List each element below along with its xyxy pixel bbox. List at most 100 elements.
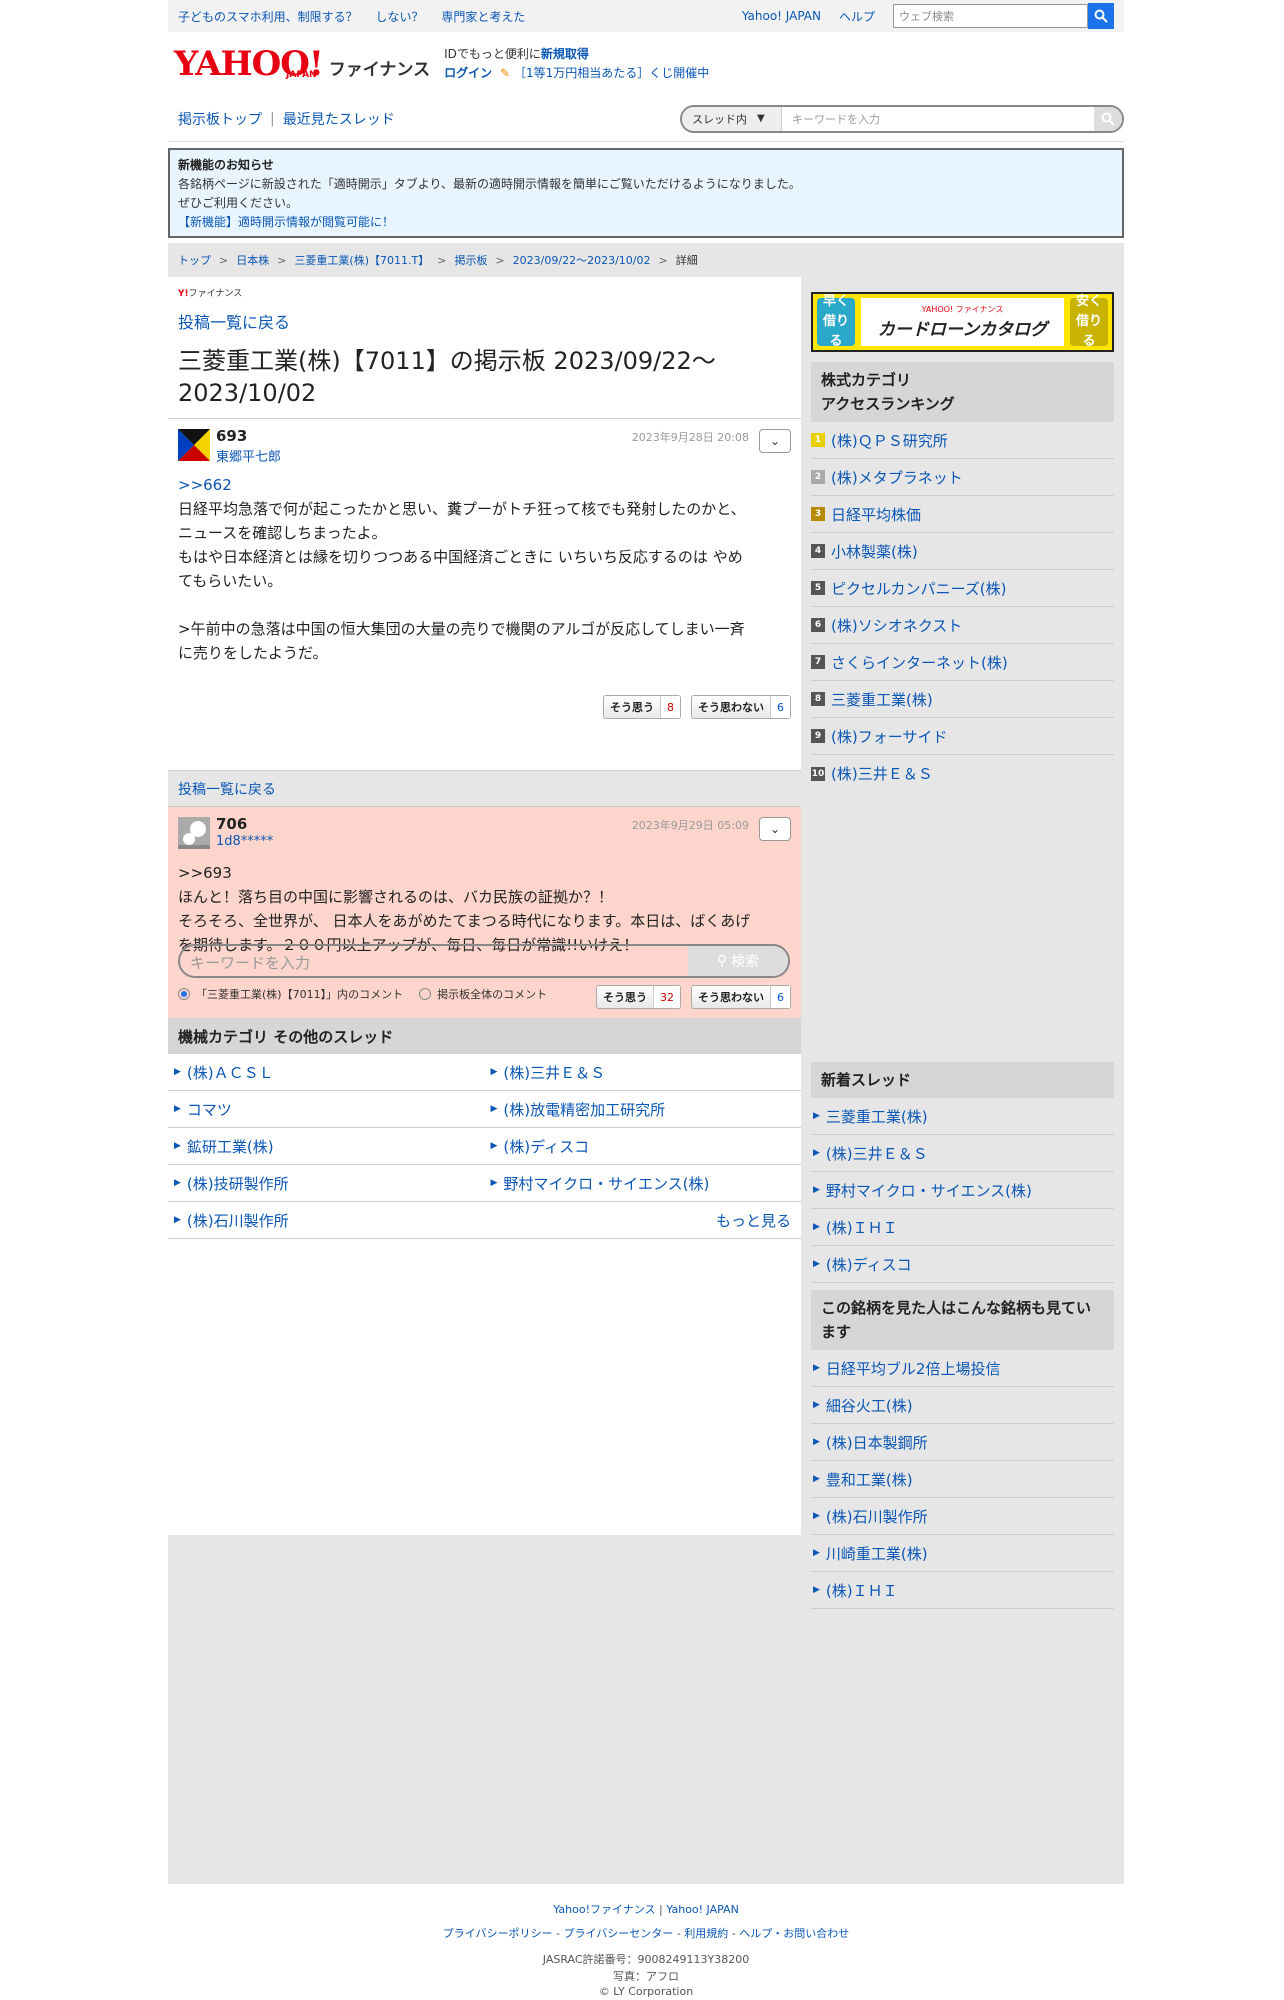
stock-link[interactable]: 細谷火工(株) xyxy=(826,1395,913,1416)
search-scope-select[interactable]: スレッド内 ▼ xyxy=(682,106,782,131)
thread-link[interactable]: (株)ディスコ xyxy=(503,1136,589,1157)
back-to-list-link[interactable]: 投稿一覧に戻る xyxy=(178,309,801,333)
list-item[interactable]: ▶ (株)ＩＨＩ xyxy=(811,1209,1114,1246)
list-item[interactable]: ▶ 野村マイクロ・サイエンス(株) xyxy=(811,1172,1114,1209)
nav-board-top[interactable]: 掲示板トップ xyxy=(178,109,262,129)
agree-button[interactable]: そう思う 32 xyxy=(596,985,681,1009)
top-promo-link-2[interactable]: しない？ xyxy=(375,10,423,24)
list-item[interactable]: ▶ (株)三井Ｅ＆Ｓ xyxy=(484,1054,801,1091)
ranking-link[interactable]: 小林製薬(株) xyxy=(831,541,918,562)
yahoo-finance-logo[interactable]: YAHOO! JAPAN ファイナンス xyxy=(174,47,430,81)
card-loan-ad-banner[interactable]: 早く借りる YAHOO! ファイナンス カードローンカタログ 安く借りる xyxy=(811,292,1114,352)
footer-privacy-policy[interactable]: プライバシーポリシー xyxy=(443,1927,553,1940)
ranking-item[interactable]: 8 三菱重工業(株) xyxy=(811,681,1114,718)
radio-this-thread[interactable] xyxy=(178,988,190,1000)
ranking-item[interactable]: 5 ピクセルカンパニーズ(株) xyxy=(811,570,1114,607)
ranking-link[interactable]: (株)ＱＰＳ研究所 xyxy=(831,430,948,451)
ranking-item[interactable]: 6 (株)ソシオネクスト xyxy=(811,607,1114,644)
breadcrumb-board[interactable]: 掲示板 xyxy=(454,252,487,268)
list-item[interactable]: ▶ コマツ xyxy=(168,1091,485,1128)
comment-search-button[interactable]: ⚲ 検索 xyxy=(688,946,788,976)
thread-link[interactable]: (株)技研製作所 xyxy=(187,1173,289,1194)
breadcrumb-period[interactable]: 2023/09/22〜2023/10/02 xyxy=(513,252,651,268)
footer-help[interactable]: ヘルプ・お問い合わせ xyxy=(739,1927,849,1940)
user-avatar[interactable] xyxy=(178,429,210,461)
ranking-link[interactable]: さくらインターネット(株) xyxy=(831,652,1008,673)
help-link[interactable]: ヘルプ xyxy=(839,8,875,25)
thread-link[interactable]: (株)三井Ｅ＆Ｓ xyxy=(503,1062,605,1083)
list-item[interactable]: ▶ (株)ディスコ xyxy=(484,1128,801,1165)
ranking-item[interactable]: 9 (株)フォーサイド xyxy=(811,718,1114,755)
yahoo-japan-link[interactable]: Yahoo! JAPAN xyxy=(742,9,821,23)
thread-link[interactable]: (株)ディスコ xyxy=(826,1254,912,1275)
ranking-link[interactable]: (株)フォーサイド xyxy=(831,726,947,747)
ranking-item[interactable]: 4 小林製薬(株) xyxy=(811,533,1114,570)
list-item[interactable]: ▶ 鉱研工業(株) xyxy=(168,1128,485,1165)
list-item[interactable]: ▶ (株)技研製作所 xyxy=(168,1165,485,1202)
breadcrumb-top[interactable]: トップ xyxy=(178,252,211,268)
disagree-button[interactable]: そう思わない 6 xyxy=(691,985,791,1009)
list-item[interactable]: ▶ (株)ＡＣＳＬ xyxy=(168,1054,485,1091)
post-username[interactable]: 1d8***** xyxy=(216,834,273,849)
post-number[interactable]: 693 xyxy=(216,427,247,445)
back-to-list-link-2[interactable]: 投稿一覧に戻る xyxy=(178,779,276,799)
list-item[interactable]: ▶ 三菱重工業(株) xyxy=(811,1098,1114,1135)
lottery-link[interactable]: ［1等1万円相当あたる］くじ開催中 xyxy=(514,66,709,80)
breadcrumb-japan-stocks[interactable]: 日本株 xyxy=(236,252,269,268)
more-link[interactable]: もっと見る xyxy=(716,1210,791,1231)
register-link[interactable]: 新規取得 xyxy=(541,47,589,61)
thread-link[interactable]: コマツ xyxy=(187,1099,232,1120)
stock-link[interactable]: 豊和工業(株) xyxy=(826,1469,913,1490)
footer-finance-link[interactable]: Yahoo!ファイナンス xyxy=(553,1903,655,1916)
post-menu-button[interactable]: ⌄ xyxy=(759,817,791,841)
web-search-input[interactable]: ウェブ検索 xyxy=(893,4,1088,28)
thread-link[interactable]: 野村マイクロ・サイエンス(株) xyxy=(826,1180,1032,1201)
list-item[interactable]: ▶ 日経平均ブル2倍上場投信 xyxy=(811,1350,1114,1387)
stock-link[interactable]: (株)石川製作所 xyxy=(826,1506,928,1527)
top-promo-link-1[interactable]: 子どものスマホ利用、制限する？ xyxy=(178,10,358,24)
disagree-button[interactable]: そう思わない 6 xyxy=(691,695,791,719)
login-link[interactable]: ログイン xyxy=(444,66,492,80)
post-username[interactable]: 東郷平七郎 xyxy=(216,446,281,465)
reply-to-link[interactable]: >>662 xyxy=(178,473,789,497)
ranking-link[interactable]: (株)ソシオネクスト xyxy=(831,615,962,636)
radio-all-boards[interactable] xyxy=(419,988,432,1000)
footer-yahoo-link[interactable]: Yahoo! JAPAN xyxy=(666,1903,739,1916)
thread-link[interactable]: 鉱研工業(株) xyxy=(187,1136,274,1157)
nav-recent-threads[interactable]: 最近見たスレッド xyxy=(283,109,395,129)
stock-link[interactable]: 川崎重工業(株) xyxy=(826,1543,928,1564)
list-item[interactable]: ▶ (株)石川製作所 xyxy=(168,1202,485,1239)
agree-button[interactable]: そう思う 8 xyxy=(603,695,681,719)
list-item[interactable]: ▶ (株)ＩＨＩ xyxy=(811,1572,1114,1609)
stock-link[interactable]: (株)ＩＨＩ xyxy=(826,1580,898,1601)
ranking-link[interactable]: 三菱重工業(株) xyxy=(831,689,933,710)
user-avatar[interactable] xyxy=(178,817,210,849)
footer-terms[interactable]: 利用規約 xyxy=(684,1927,728,1940)
list-item[interactable]: ▶ (株)ディスコ xyxy=(811,1246,1114,1283)
stock-link[interactable]: 日経平均ブル2倍上場投信 xyxy=(826,1358,1001,1379)
ranking-item[interactable]: 2 (株)メタプラネット xyxy=(811,459,1114,496)
stock-link[interactable]: (株)日本製鋼所 xyxy=(826,1432,928,1453)
breadcrumb-stock[interactable]: 三菱重工業(株)【7011.T】 xyxy=(294,252,429,268)
thread-link[interactable]: (株)石川製作所 xyxy=(187,1210,289,1231)
ranking-link[interactable]: (株)メタプラネット xyxy=(831,467,963,488)
thread-link[interactable]: (株)三井Ｅ＆Ｓ xyxy=(826,1143,928,1164)
thread-search-input[interactable]: キーワードを入力 xyxy=(782,111,1094,127)
post-number[interactable]: 706 xyxy=(216,815,247,833)
list-item[interactable]: ▶ (株)放電精密加工研究所 xyxy=(484,1091,801,1128)
thread-link[interactable]: (株)放電精密加工研究所 xyxy=(503,1099,665,1120)
ranking-link[interactable]: 日経平均株価 xyxy=(831,504,921,525)
thread-search-button[interactable] xyxy=(1094,106,1122,131)
list-item[interactable]: ▶ (株)三井Ｅ＆Ｓ xyxy=(811,1135,1114,1172)
list-item[interactable]: ▶ 野村マイクロ・サイエンス(株) xyxy=(484,1165,801,1202)
ranking-item[interactable]: 10 (株)三井Ｅ＆Ｓ xyxy=(811,755,1114,792)
list-item[interactable]: ▶ 豊和工業(株) xyxy=(811,1461,1114,1498)
list-item[interactable]: ▶ 細谷火工(株) xyxy=(811,1387,1114,1424)
list-item[interactable]: ▶ (株)石川製作所 xyxy=(811,1498,1114,1535)
ranking-item[interactable]: 7 さくらインターネット(株) xyxy=(811,644,1114,681)
top-promo-link-3[interactable]: 専門家と考えた xyxy=(441,10,525,24)
thread-link[interactable]: (株)ＩＨＩ xyxy=(826,1217,898,1238)
list-item[interactable]: ▶ (株)日本製鋼所 xyxy=(811,1424,1114,1461)
thread-link[interactable]: 野村マイクロ・サイエンス(株) xyxy=(503,1173,709,1194)
thread-link[interactable]: (株)ＡＣＳＬ xyxy=(187,1062,274,1083)
